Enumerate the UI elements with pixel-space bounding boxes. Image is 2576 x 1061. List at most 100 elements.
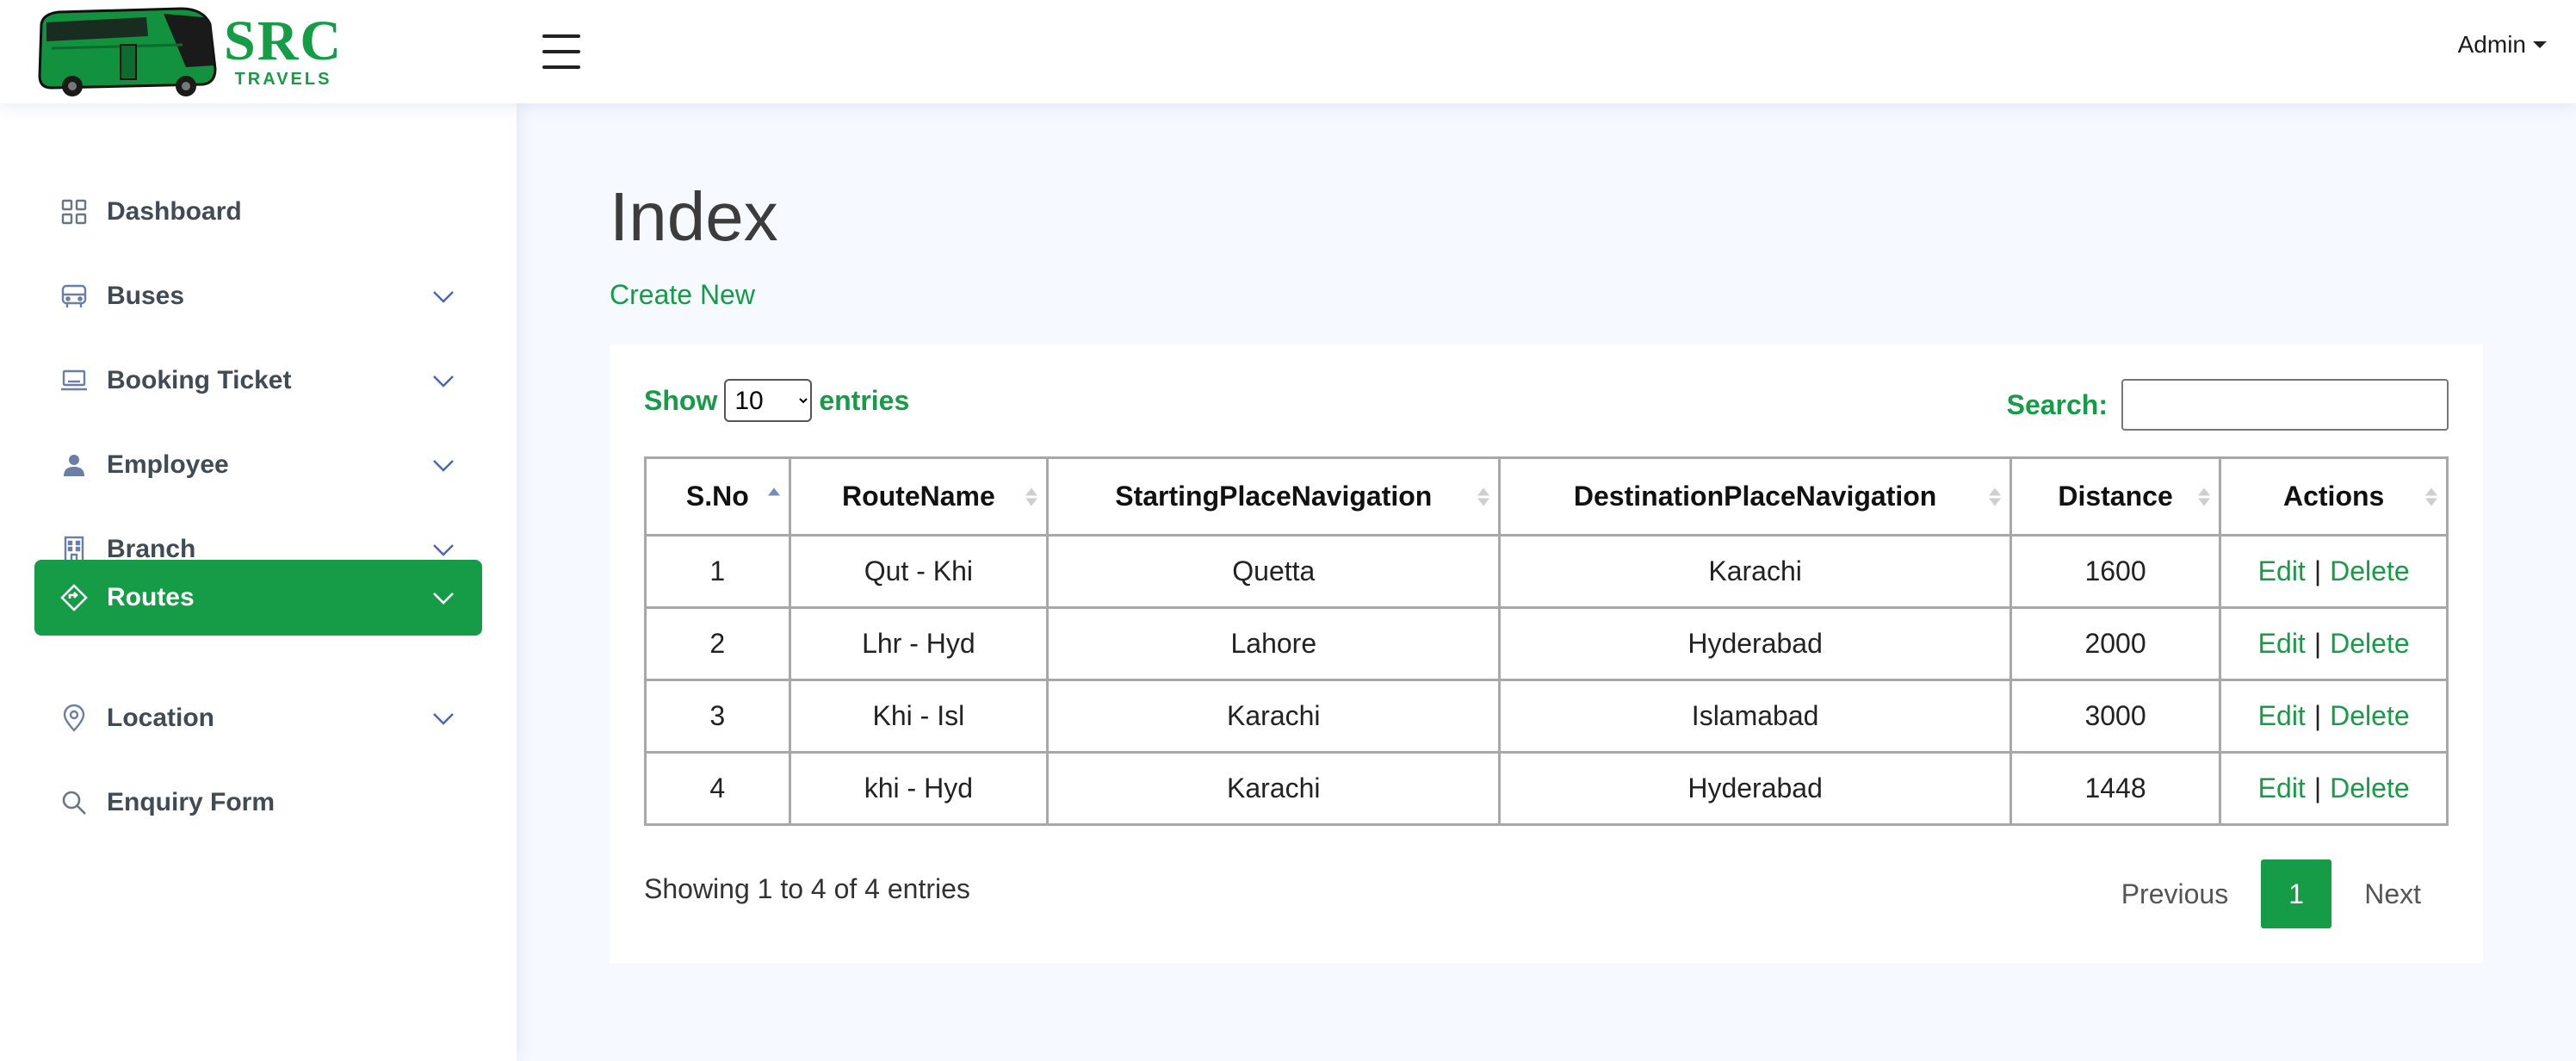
column-header-label: DestinationPlaceNavigation [1573,481,1937,512]
table-info: Showing 1 to 4 of 4 entries [644,873,970,904]
brand-subtitle: TRAVELS [234,69,332,89]
routes-table-card: Show 10 entries Search: S.No RouteName S… [610,344,2483,963]
chevron-down-icon [433,375,454,388]
cell-sno: 1 [644,534,791,609]
edit-link[interactable]: Edit [2258,555,2306,586]
grid-icon [60,198,88,226]
page-title: Index [610,178,778,255]
map-pin-icon [60,704,88,732]
sidebar-item-label: Buses [107,282,185,310]
cell-routename: Qut - Khi [788,534,1050,609]
pagination-previous-button[interactable]: Previous [2094,859,2257,928]
column-header-label: Actions [2282,481,2385,512]
search-label: Search: [2006,388,2108,420]
cell-routename: Khi - Isl [788,679,1050,754]
cell-sno: 4 [644,751,791,826]
top-header: SRC TRAVELS Admin [0,0,2576,103]
column-header-routename[interactable]: RouteName [788,456,1050,537]
cell-actions: Edit | Delete [2219,679,2449,754]
edit-link[interactable]: Edit [2258,628,2306,659]
cell-routename: khi - Hyd [788,751,1050,826]
sidebar-item-enquiry-form[interactable]: Enquiry Form [34,765,482,841]
sort-icon [1477,487,1490,506]
sidebar: Dashboard Buses Booking Ticket Employee … [0,103,517,1061]
sort-icon [1988,487,2001,506]
delete-link[interactable]: Delete [2330,555,2410,586]
entries-per-page-select[interactable]: 10 [724,379,813,422]
cell-distance: 1448 [2009,751,2222,826]
delete-link[interactable]: Delete [2330,700,2410,731]
column-header-label: S.No [685,481,749,512]
cell-actions: Edit | Delete [2219,534,2449,609]
sidebar-item-dashboard[interactable]: Dashboard [34,174,482,250]
cell-actions: Edit | Delete [2219,606,2449,681]
sort-icon [1025,487,1038,506]
column-header-destinationplace[interactable]: DestinationPlaceNavigation [1498,456,2012,537]
delete-link[interactable]: Delete [2330,772,2410,804]
cell-startingplace: Quetta [1046,534,1502,609]
table-row: 4 khi - Hyd Karachi Hyderabad 1448 Edit |… [644,751,2449,826]
action-separator: | [2313,700,2322,731]
length-menu: Show 10 entries [644,379,909,422]
signpost-icon [60,584,88,611]
caret-down-icon [2533,41,2547,48]
sort-ascending-icon [767,487,780,506]
sidebar-item-employee[interactable]: Employee [34,427,482,503]
cell-destinationplace: Hyderabad [1498,751,2012,826]
chevron-down-icon [433,544,454,556]
cell-destinationplace: Karachi [1498,534,2012,609]
column-header-startingplace[interactable]: StartingPlaceNavigation [1046,456,1502,537]
bus-icon [60,282,88,310]
search-input[interactable] [2121,379,2449,431]
column-header-label: StartingPlaceNavigation [1115,481,1433,512]
sidebar-toggle-hamburger-icon[interactable] [541,31,582,72]
cell-actions: Edit | Delete [2219,751,2449,826]
cell-distance: 1600 [2009,534,2222,609]
action-separator: | [2313,628,2322,659]
sidebar-item-location[interactable]: Location [34,680,482,756]
table-row: 1 Qut - Khi Quetta Karachi 1600 Edit | Del… [644,534,2449,609]
action-separator: | [2313,772,2322,804]
cell-distance: 3000 [2009,679,2222,754]
table-header-row: S.No RouteName StartingPlaceNavigation D… [644,456,2449,537]
delete-link[interactable]: Delete [2330,628,2410,659]
edit-link[interactable]: Edit [2258,772,2306,804]
sidebar-item-label: Dashboard [107,197,242,226]
pagination-page-button[interactable]: 1 [2261,859,2332,928]
sidebar-item-label: Booking Ticket [107,366,292,394]
cell-startingplace: Karachi [1046,679,1502,754]
edit-link[interactable]: Edit [2258,700,2306,731]
create-new-link[interactable]: Create New [610,279,755,311]
chevron-down-icon [433,713,454,725]
brand-title: SRC [224,9,344,72]
sidebar-item-label: Employee [107,450,229,479]
sidebar-item-label: Enquiry Form [107,788,276,816]
chevron-down-icon [433,291,454,303]
column-header-actions[interactable]: Actions [2219,456,2449,537]
column-header-label: Distance [2058,481,2173,512]
length-menu-suffix: entries [819,384,910,416]
chevron-down-icon [433,460,454,472]
search-icon [60,789,88,816]
sidebar-item-label: Routes [107,583,195,611]
sidebar-item-routes[interactable]: Routes [34,560,482,636]
chevron-down-icon [433,593,454,605]
user-menu-dropdown[interactable]: Admin [2458,31,2547,59]
sidebar-item-booking-ticket[interactable]: Booking Ticket [34,343,482,419]
column-header-sno[interactable]: S.No [644,456,791,537]
table-search: Search: [2007,379,2449,431]
pagination-next-button[interactable]: Next [2337,859,2449,928]
laptop-icon [60,367,88,394]
brand-logo[interactable]: SRC TRAVELS [34,3,362,100]
cell-destinationplace: Hyderabad [1498,606,2012,681]
cell-startingplace: Karachi [1046,751,1502,826]
bus-logo-icon [38,7,217,96]
action-separator: | [2313,555,2322,586]
sidebar-item-buses[interactable]: Buses [34,258,482,334]
sort-icon [2425,487,2437,506]
length-menu-prefix: Show [644,384,718,416]
person-icon [60,451,88,479]
table-row: 2 Lhr - Hyd Lahore Hyderabad 2000 Edit | D… [644,606,2449,681]
column-header-distance[interactable]: Distance [2009,456,2222,537]
cell-sno: 2 [644,606,791,681]
